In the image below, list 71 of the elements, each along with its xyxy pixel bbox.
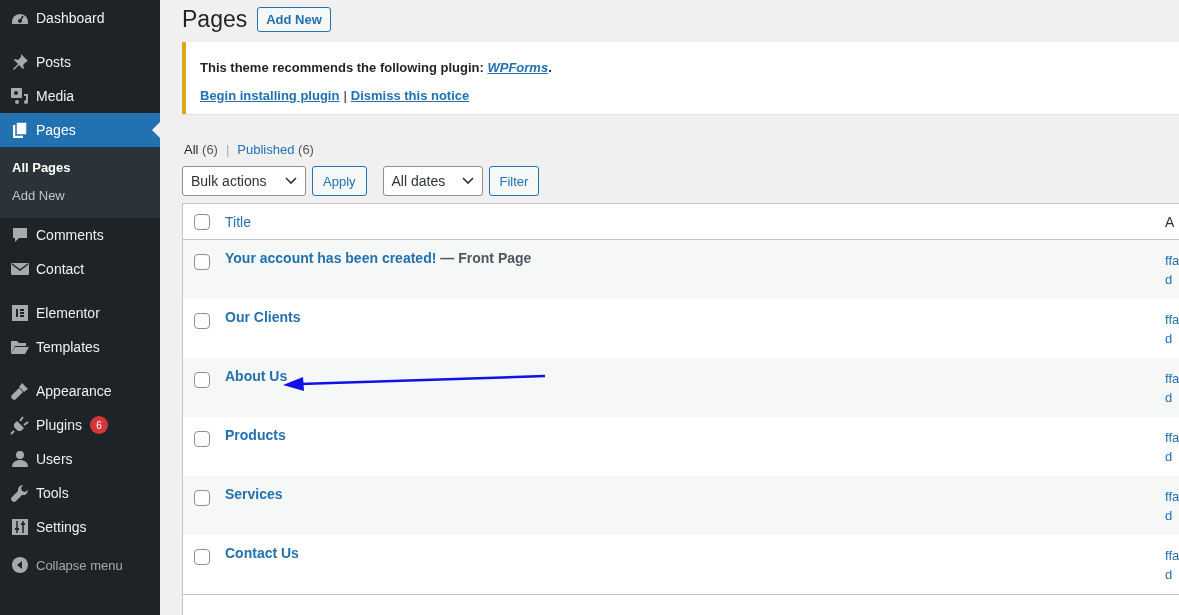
row-checkbox[interactable]: [194, 254, 210, 270]
menu-item[interactable]: Users: [0, 442, 160, 476]
add-new-button[interactable]: Add New: [257, 6, 331, 32]
author-link[interactable]: d: [1165, 508, 1179, 524]
menu-item[interactable]: Plugins 6: [0, 408, 160, 442]
menu-item[interactable]: Templates: [0, 330, 160, 364]
current-pointer-icon: [152, 122, 160, 138]
page-title-link[interactable]: Our Clients: [225, 309, 301, 325]
view-link[interactable]: All (6): [184, 142, 218, 157]
wrench-icon: [10, 483, 30, 503]
page-title-link[interactable]: Your account has been created!: [225, 250, 437, 266]
menu-item[interactable]: Comments: [0, 218, 160, 252]
elementor-icon: [10, 303, 30, 323]
author-link[interactable]: d: [1165, 567, 1179, 583]
apply-button[interactable]: Apply: [312, 166, 367, 196]
collapse-menu-button[interactable]: Collapse menu: [0, 548, 160, 582]
filter-button[interactable]: Filter: [488, 166, 540, 196]
menu-item[interactable]: Posts: [0, 45, 160, 79]
view-link[interactable]: Published (6): [237, 142, 314, 157]
submenu-item[interactable]: All Pages: [0, 154, 160, 182]
author-link[interactable]: ffa: [1165, 548, 1179, 564]
chevron-down-icon: [461, 177, 474, 185]
menu-item[interactable]: Settings: [0, 510, 160, 544]
menu-item[interactable]: Elementor: [0, 296, 160, 330]
bulk-actions-select[interactable]: Bulk actions: [182, 166, 306, 196]
author-link[interactable]: ffa: [1165, 253, 1179, 269]
plug-icon: [10, 415, 30, 435]
row-checkbox[interactable]: [194, 431, 210, 447]
menu-item[interactable]: Tools: [0, 476, 160, 510]
count-badge: 6: [89, 416, 108, 434]
row-checkbox[interactable]: [194, 549, 210, 565]
separator-text: |: [225, 142, 230, 157]
row-checkbox[interactable]: [194, 490, 210, 506]
page-title-link[interactable]: Services: [225, 486, 283, 502]
dismiss-link[interactable]: Dismiss this notice: [350, 88, 470, 103]
author-link[interactable]: ffa: [1165, 371, 1179, 387]
submenu-item[interactable]: Add New: [0, 182, 160, 210]
author-link[interactable]: ffa: [1165, 430, 1179, 446]
brush-icon: [10, 381, 30, 401]
media-icon: [10, 86, 30, 106]
settings-icon: [10, 517, 30, 537]
menu-item[interactable]: Pages: [0, 113, 160, 147]
author-link[interactable]: ffa: [1165, 489, 1179, 505]
user-icon: [10, 449, 30, 469]
author-link[interactable]: d: [1165, 272, 1179, 288]
column-header: A: [1165, 213, 1176, 230]
column-header[interactable]: Title: [225, 213, 1165, 230]
menu-item[interactable]: Contact: [0, 252, 160, 286]
page-title-link[interactable]: Contact Us: [225, 545, 299, 561]
author-link[interactable]: d: [1165, 390, 1179, 406]
date-select[interactable]: All dates: [382, 166, 483, 196]
row-checkbox[interactable]: [194, 372, 210, 388]
page-state-text: — Front Page: [440, 250, 532, 266]
separator-text: |: [343, 88, 347, 103]
pages-icon: [10, 120, 30, 140]
notice-text: This theme recommends the following plugin: WPForms.: [200, 60, 553, 75]
comment-icon: [10, 225, 30, 245]
author-link[interactable]: d: [1165, 331, 1179, 347]
page-title-link[interactable]: About Us: [225, 368, 288, 384]
menu-item[interactable]: Dashboard: [0, 1, 160, 35]
author-link[interactable]: ffa: [1165, 312, 1179, 328]
menu-item[interactable]: Appearance: [0, 374, 160, 408]
chevron-down-icon: [285, 177, 297, 185]
menu-item[interactable]: Media: [0, 79, 160, 113]
page-title: Pages: [182, 5, 248, 33]
collapse-icon: [10, 555, 30, 575]
author-link[interactable]: d: [1165, 449, 1179, 465]
select-all-checkbox[interactable]: [194, 213, 210, 230]
install-link[interactable]: Begin installing plugin: [200, 88, 340, 103]
row-checkbox[interactable]: [194, 313, 210, 329]
page-title-link[interactable]: Products: [225, 427, 286, 443]
